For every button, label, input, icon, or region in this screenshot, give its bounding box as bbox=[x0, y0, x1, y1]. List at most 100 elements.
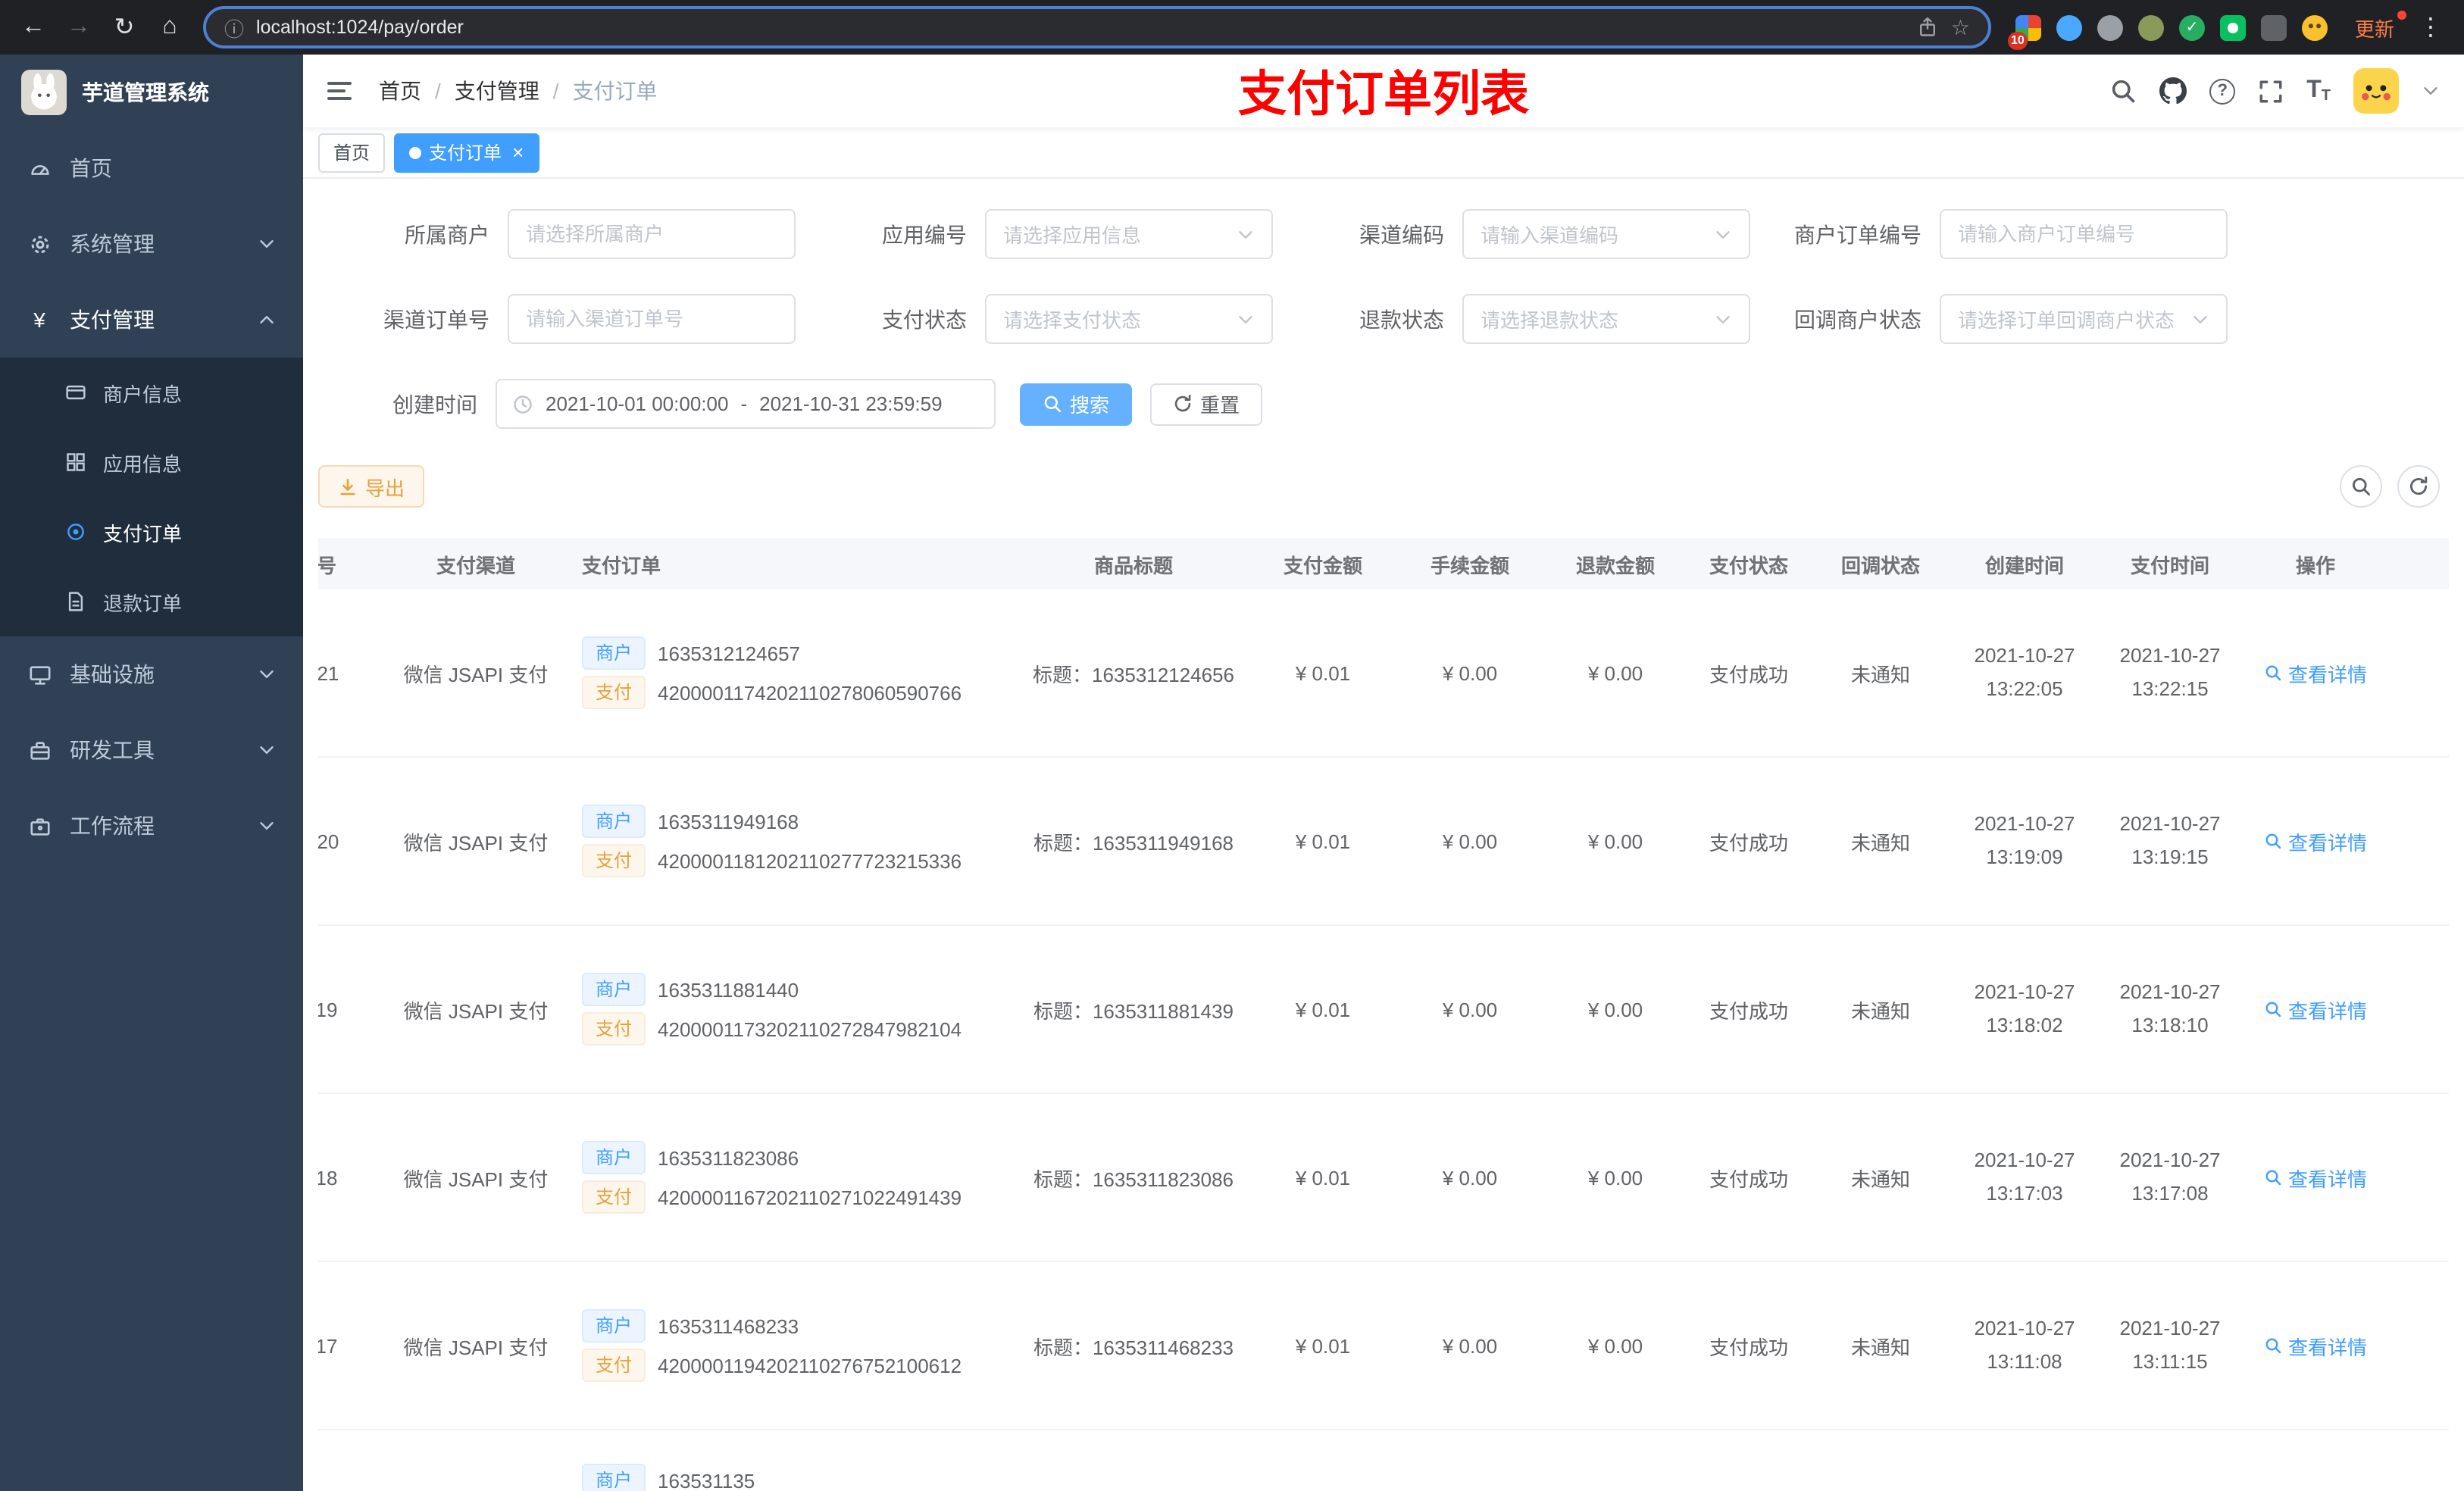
date-end[interactable]: 2021-10-31 23:59:59 bbox=[759, 392, 942, 415]
notify-status-select[interactable]: 请选择订单回调商户状态 bbox=[1940, 294, 2228, 344]
view-detail-link[interactable]: 查看详情 bbox=[2264, 1331, 2367, 1360]
filter-label: 支付状态 bbox=[882, 307, 967, 331]
font-size-icon[interactable]: TT bbox=[2306, 77, 2331, 105]
sidebar-item-app-info[interactable]: 应用信息 bbox=[0, 427, 303, 497]
yen-icon: ¥ bbox=[33, 308, 45, 332]
channel-order-no-input[interactable] bbox=[508, 294, 796, 344]
view-detail-link[interactable]: 查看详情 bbox=[2264, 1163, 2367, 1192]
channel-code-select[interactable]: 请输入渠道编码 bbox=[1462, 209, 1750, 259]
sidebar-item-merchant-info[interactable]: 商户信息 bbox=[0, 358, 303, 427]
toolbox-icon bbox=[27, 738, 52, 762]
github-icon[interactable] bbox=[2159, 77, 2187, 105]
extension-icon-drop[interactable] bbox=[2056, 14, 2082, 40]
cell-status: 支付成功 bbox=[1709, 1336, 1788, 1358]
sidebar-item-payment[interactable]: ¥ 支付管理 bbox=[0, 282, 303, 358]
cell-notify: 未通知 bbox=[1850, 1336, 1910, 1358]
reset-button[interactable]: 重置 bbox=[1150, 383, 1263, 425]
url-text: localhost:1024/pay/order bbox=[256, 17, 464, 38]
close-icon[interactable]: × bbox=[512, 141, 524, 164]
chevron-down-icon[interactable] bbox=[2422, 82, 2440, 100]
cell-fee: ¥ 0.00 bbox=[1442, 1334, 1498, 1357]
cell-order: 商户 1635311949168 支付 42000011812021102777… bbox=[582, 799, 1018, 883]
pay-tag: 支付 bbox=[582, 844, 646, 877]
browser-menu-icon[interactable]: ⋮ bbox=[2409, 6, 2452, 48]
cell-refund: ¥ 0.00 bbox=[1587, 1334, 1643, 1357]
sidebar-item-refund-order[interactable]: 退款订单 bbox=[0, 567, 303, 636]
extension-icon-olive[interactable] bbox=[2137, 14, 2164, 40]
page-title-annotation: 支付订单列表 bbox=[1237, 67, 1530, 121]
date-start[interactable]: 2021-10-01 00:00:00 bbox=[546, 392, 728, 415]
reload-icon[interactable]: ↻ bbox=[103, 6, 145, 48]
app-no-select[interactable]: 请选择应用信息 bbox=[985, 209, 1273, 259]
date-separator: - bbox=[740, 392, 748, 415]
back-icon[interactable]: ← bbox=[12, 6, 55, 48]
address-bar[interactable]: ⓘ localhost:1024/pay/order ☆ bbox=[203, 6, 1991, 48]
bookmark-star-icon[interactable]: ☆ bbox=[1951, 14, 1970, 40]
search-button[interactable]: 搜索 bbox=[1020, 383, 1133, 425]
cell-id: 118 bbox=[318, 1166, 338, 1189]
extension-icon-emoji[interactable] bbox=[2301, 14, 2328, 40]
cell-title: 标题：1635311949168 bbox=[1033, 831, 1234, 854]
filter-label: 创建时间 bbox=[392, 392, 477, 416]
chevron-up-icon bbox=[258, 311, 276, 329]
user-avatar[interactable] bbox=[2353, 68, 2399, 114]
sidebar-item-workflow[interactable]: 工作流程 bbox=[0, 788, 303, 864]
merchant-filter-input[interactable] bbox=[508, 209, 796, 259]
extension-icon-puzzle[interactable] bbox=[2260, 14, 2287, 40]
help-icon[interactable]: ? bbox=[2209, 78, 2236, 104]
cell-id: 119 bbox=[318, 998, 338, 1021]
cell-notify: 未通知 bbox=[1850, 663, 1910, 686]
sidebar-item-label: 工作流程 bbox=[70, 814, 155, 838]
table-row: 119 微信 JSAPI 支付 商户 1635311881440 支付 bbox=[318, 926, 2449, 1094]
toggle-search-icon[interactable] bbox=[2340, 465, 2382, 508]
cell-channel: 微信 JSAPI 支付 bbox=[403, 663, 549, 686]
site-info-icon[interactable]: ⓘ bbox=[224, 13, 244, 42]
sidebar-item-pay-order[interactable]: 支付订单 bbox=[0, 497, 303, 567]
cell-order: 商户 1635312124657 支付 42000011742021102780… bbox=[582, 630, 1018, 715]
refund-status-select[interactable]: 请选择退款状态 bbox=[1462, 294, 1750, 344]
cell-status: 支付成功 bbox=[1709, 1167, 1788, 1190]
update-button[interactable]: 更新 bbox=[2343, 7, 2406, 48]
search-icon[interactable] bbox=[2109, 77, 2137, 105]
create-time-range-picker[interactable]: 2021-10-01 00:00:00 - 2021-10-31 23:59:5… bbox=[496, 379, 996, 429]
merchant-tag: 商户 bbox=[582, 973, 646, 1006]
sidebar-item-dev-tools[interactable]: 研发工具 bbox=[0, 712, 303, 788]
export-button[interactable]: 导出 bbox=[318, 465, 425, 508]
hamburger-icon[interactable] bbox=[327, 82, 355, 100]
record-icon bbox=[64, 520, 88, 544]
home-icon[interactable]: ⌂ bbox=[149, 6, 191, 48]
app-logo[interactable]: 芋道管理系统 bbox=[0, 55, 303, 130]
pay-tag: 支付 bbox=[582, 1349, 646, 1382]
tab-pay-order[interactable]: 支付订单 × bbox=[394, 133, 539, 172]
pay-status-select[interactable]: 请选择支付状态 bbox=[985, 294, 1273, 344]
sidebar-item-label: 退款订单 bbox=[103, 592, 183, 614]
refresh-icon[interactable] bbox=[2397, 465, 2440, 508]
share-icon[interactable] bbox=[1918, 17, 1939, 38]
extension-icon-gray[interactable] bbox=[2097, 14, 2123, 40]
tags-view-bar: 首页 支付订单 × bbox=[303, 127, 2464, 179]
sidebar-item-home[interactable]: 首页 bbox=[0, 130, 303, 206]
merchant-order-no-input[interactable] bbox=[1940, 209, 2228, 259]
tab-home[interactable]: 首页 bbox=[318, 133, 386, 172]
sidebar-item-label: 应用信息 bbox=[103, 452, 183, 475]
extension-icon-check[interactable]: ✓ bbox=[2178, 14, 2205, 40]
sidebar-item-label: 商户信息 bbox=[103, 383, 183, 405]
cell-amount: ¥ 0.01 bbox=[1295, 1334, 1351, 1357]
extension-icon-colorful[interactable]: 10 bbox=[2007, 14, 2041, 49]
view-detail-link[interactable]: 查看详情 bbox=[2264, 827, 2367, 855]
extension-icon-chat[interactable] bbox=[2219, 14, 2246, 40]
view-detail-link[interactable]: 查看详情 bbox=[2264, 995, 2367, 1024]
chevron-down-icon bbox=[1714, 310, 1732, 328]
fullscreen-icon[interactable] bbox=[2258, 78, 2284, 104]
view-detail-link[interactable]: 查看详情 bbox=[2264, 658, 2367, 687]
table-row-partial: 商户 163531135 bbox=[318, 1430, 2449, 1491]
breadcrumb-home[interactable]: 首页 bbox=[379, 76, 421, 106]
forward-icon[interactable]: → bbox=[58, 6, 100, 48]
sidebar-item-infrastructure[interactable]: 基础设施 bbox=[0, 636, 303, 712]
sidebar-item-system[interactable]: 系统管理 bbox=[0, 206, 303, 282]
sidebar-menu: 首页 系统管理 ¥ 支付管理 商户信息 应用信息 支付订单 退款订单 基础设施 … bbox=[0, 130, 303, 864]
merchant-tag: 商户 bbox=[582, 1464, 646, 1491]
breadcrumb-section[interactable]: 支付管理 bbox=[455, 76, 539, 106]
cell-order: 商户 1635311823086 支付 42000011672021102710… bbox=[582, 1135, 1018, 1220]
chevron-down-icon bbox=[2191, 310, 2209, 328]
